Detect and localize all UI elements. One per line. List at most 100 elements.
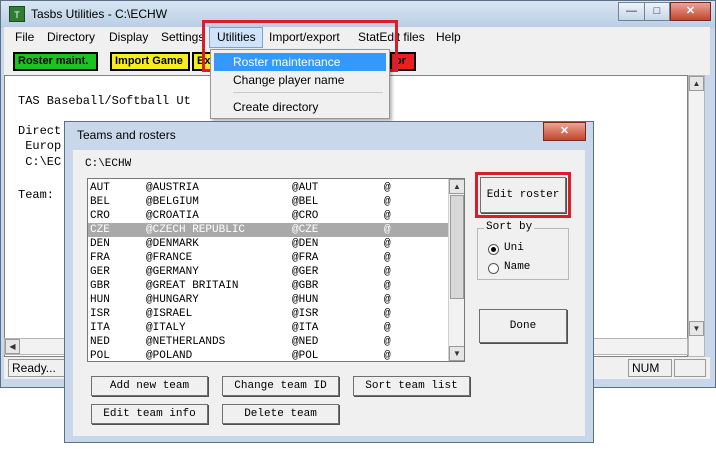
import-game-button[interactable]: Import Game	[110, 52, 190, 71]
team-tag-cell: @BEL	[292, 196, 319, 208]
team-row[interactable]: CRO @CROATIA @CRO @	[88, 209, 448, 223]
team-tag-cell: @AUT	[292, 182, 319, 194]
team-name-cell: @CROATIA	[146, 210, 199, 222]
add-new-team-button[interactable]: Add new team	[91, 376, 208, 396]
team-tag-cell: @CRO	[292, 210, 319, 222]
sort-uni-label[interactable]: Uni	[504, 242, 524, 254]
window-title: Tasbs Utilities - C:\ECHW	[31, 7, 168, 21]
team-row[interactable]: NED @NETHERLANDS @NED @	[88, 335, 448, 349]
client-line-directory: Direct	[18, 124, 62, 138]
roster-maint-button[interactable]: Roster maint.	[13, 52, 98, 71]
menu-item-create-directory[interactable]: Create directory	[233, 100, 318, 114]
listbox-scroll-up-icon[interactable]: ▲	[449, 179, 464, 194]
team-row[interactable]: GBR @GREAT BRITAIN @GBR @	[88, 279, 448, 293]
team-code-cell: DEN	[90, 238, 110, 250]
team-code-cell: HUN	[90, 294, 110, 306]
team-code-cell: ISR	[90, 308, 110, 320]
status-num: NUM	[628, 359, 672, 377]
team-row[interactable]: GER @GERMANY @GER @	[88, 265, 448, 279]
team-extra-cell: @	[384, 322, 391, 334]
menu-separator	[233, 92, 383, 93]
team-name-cell: @HUNGARY	[146, 294, 199, 306]
team-tag-cell: @GER	[292, 266, 319, 278]
team-extra-cell: @	[384, 196, 391, 208]
scroll-up-arrow-icon[interactable]: ▲	[689, 76, 704, 91]
team-code-cell: POL	[90, 350, 110, 362]
team-name-cell: @POLAND	[146, 350, 193, 362]
team-tag-cell: @POL	[292, 350, 319, 362]
team-extra-cell: @	[384, 210, 391, 222]
team-row[interactable]: ITA @ITALY @ITA @	[88, 321, 448, 335]
team-code-cell: FRA	[90, 252, 110, 264]
team-extra-cell: @	[384, 238, 391, 250]
main-vertical-scrollbar[interactable]: ▲ ▼	[688, 75, 705, 357]
team-code-cell: CRO	[90, 210, 110, 222]
scroll-down-arrow-icon[interactable]: ▼	[689, 321, 704, 336]
sort-by-label: Sort by	[484, 221, 535, 233]
team-extra-cell: @	[384, 336, 391, 348]
team-row[interactable]: HUN @HUNGARY @HUN @	[88, 293, 448, 307]
team-row[interactable]: DEN @DENMARK @DEN @	[88, 237, 448, 251]
team-row[interactable]: BEL @BELGIUM @BEL @	[88, 195, 448, 209]
dialog-close-button[interactable]: ✕	[543, 122, 586, 141]
dialog-title: Teams and rosters	[77, 128, 176, 142]
team-code-cell: ITA	[90, 322, 110, 334]
status-panel-empty	[674, 359, 706, 377]
team-code-cell: NED	[90, 336, 110, 348]
menu-help[interactable]: Help	[436, 30, 461, 44]
team-extra-cell: @	[384, 182, 391, 194]
team-tag-cell: @GBR	[292, 280, 319, 292]
teams-and-rosters-dialog: Teams and rosters ✕ C:\ECHW AUT @AUSTRIA @…	[64, 121, 594, 443]
maximize-button[interactable]: □	[644, 2, 670, 21]
menu-settings[interactable]: Settings	[161, 30, 204, 44]
team-row[interactable]: AUT @AUSTRIA @AUT @	[88, 181, 448, 195]
team-name-cell: @NETHERLANDS	[146, 336, 226, 348]
team-tag-cell: @DEN	[292, 238, 319, 250]
menu-file[interactable]: File	[15, 30, 34, 44]
team-tag-cell: @ISR	[292, 308, 319, 320]
team-code-cell: AUT	[90, 182, 110, 194]
edit-roster-button[interactable]: Edit roster	[480, 177, 566, 213]
menu-item-roster-maintenance[interactable]: Roster maintenance	[233, 55, 340, 69]
client-line-path: C:\EC	[18, 155, 62, 169]
sort-uni-radio[interactable]	[488, 244, 499, 255]
team-extra-cell: @	[384, 266, 391, 278]
sort-by-group: Sort by Uni Name	[477, 221, 569, 280]
close-button[interactable]: ✕	[670, 2, 711, 21]
team-row[interactable]: FRA @FRANCE @FRA @	[88, 251, 448, 265]
listbox-scrollbar[interactable]: ▲ ▼	[448, 179, 464, 361]
menu-directory[interactable]: Directory	[47, 30, 95, 44]
menu-display[interactable]: Display	[109, 30, 148, 44]
app-icon: T	[9, 6, 25, 22]
sort-name-label[interactable]: Name	[504, 261, 530, 273]
team-name-cell: @ITALY	[146, 322, 186, 334]
team-name-cell: @AUSTRIA	[146, 182, 199, 194]
team-row[interactable]: CZE @CZECH REPUBLIC @CZE @	[88, 223, 448, 237]
utilities-dropdown-menu: Roster maintenance Change player name Cr…	[210, 49, 390, 119]
sort-team-list-button[interactable]: Sort team list	[353, 376, 470, 396]
done-button[interactable]: Done	[479, 309, 567, 343]
listbox-scroll-down-icon[interactable]: ▼	[449, 346, 464, 361]
change-team-id-button[interactable]: Change team ID	[222, 376, 339, 396]
team-tag-cell: @ITA	[292, 322, 319, 334]
minimize-button[interactable]: —	[618, 2, 645, 21]
team-code-cell: GER	[90, 266, 110, 278]
dialog-client-area: C:\ECHW AUT @AUSTRIA @AUT @ BEL @BELGIUM @BEL @…	[73, 150, 585, 436]
team-code-cell: CZE	[90, 224, 110, 236]
team-extra-cell: @	[384, 294, 391, 306]
sort-name-radio[interactable]	[488, 263, 499, 274]
team-listbox[interactable]: AUT @AUSTRIA @AUT @ BEL @BELGIUM @BEL @ CRO @CROA…	[87, 178, 465, 362]
team-row[interactable]: POL @POLAND @POL @	[88, 349, 448, 362]
menu-item-change-player-name[interactable]: Change player name	[233, 73, 344, 87]
team-extra-cell: @	[384, 280, 391, 292]
listbox-scroll-thumb[interactable]	[450, 195, 464, 299]
team-extra-cell: @	[384, 350, 391, 362]
delete-team-button[interactable]: Delete team	[222, 404, 339, 424]
team-name-cell: @CZECH REPUBLIC	[146, 224, 246, 236]
scroll-left-arrow-icon[interactable]: ◀	[5, 339, 20, 354]
team-tag-cell: @FRA	[292, 252, 319, 264]
team-name-cell: @FRANCE	[146, 252, 193, 264]
edit-team-info-button[interactable]: Edit team info	[91, 404, 208, 424]
team-code-cell: BEL	[90, 196, 110, 208]
team-row[interactable]: ISR @ISRAEL @ISR @	[88, 307, 448, 321]
